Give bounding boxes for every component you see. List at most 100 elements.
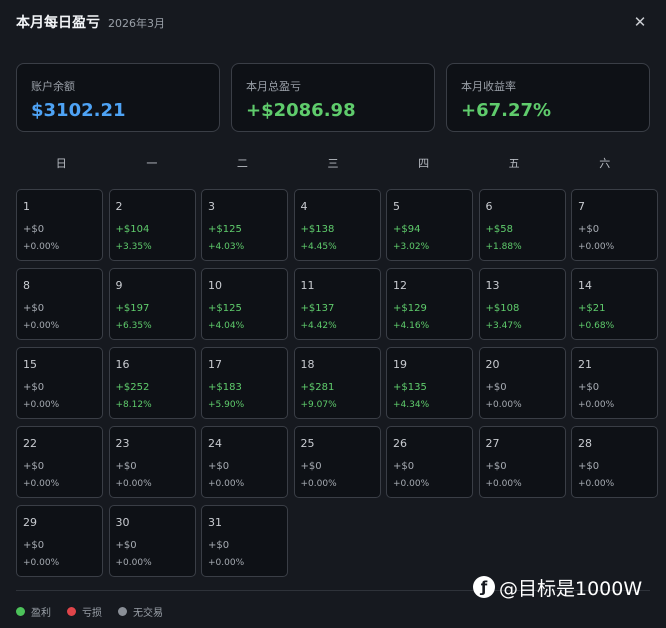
day-cell[interactable]: 25 +$0 +0.00% (293, 426, 381, 498)
day-number: 13 (485, 279, 500, 292)
day-pnl: +$0 (208, 540, 230, 551)
day-pnl: +$0 (115, 540, 137, 551)
day-cell[interactable]: 27 +$0 +0.00% (478, 426, 566, 498)
day-number: 18 (300, 358, 315, 371)
day-return: +6.35% (115, 321, 152, 331)
legend-no-trade: 无交易 (118, 604, 163, 619)
day-cell[interactable]: 7 +$0 +0.00% (571, 189, 658, 261)
weibo-logo-icon: ƒ (473, 576, 495, 598)
day-cell[interactable]: 30 +$0 +0.00% (108, 505, 196, 577)
day-pnl: +$0 (23, 382, 45, 393)
day-number: 12 (393, 279, 407, 292)
day-return: +0.00% (578, 242, 615, 252)
legend-no-trade-label: 无交易 (133, 607, 163, 619)
close-icon[interactable]: ✕ (630, 12, 650, 32)
day-cell[interactable]: 17 +$183 +5.90% (201, 347, 288, 419)
daily-pnl-modal: 本月每日盈亏 2026年3月 ✕ 账户余额 $3102.21 本月总盈亏 +$2… (0, 0, 666, 628)
day-pnl: +$135 (393, 382, 427, 393)
day-cell[interactable]: 1 +$0 +0.00% (16, 189, 103, 261)
day-return: +0.00% (208, 479, 245, 489)
day-cell[interactable]: 26 +$0 +0.00% (386, 426, 473, 498)
day-cell[interactable]: 16 +$252 +8.12% (108, 347, 196, 419)
day-pnl: +$0 (23, 461, 45, 472)
day-number: 9 (115, 279, 123, 292)
day-cell[interactable]: 28 +$0 +0.00% (571, 426, 658, 498)
day-return: +4.34% (393, 400, 430, 410)
day-number: 3 (208, 200, 215, 213)
day-pnl: +$94 (393, 224, 421, 235)
day-return: +0.00% (115, 558, 152, 568)
day-cell[interactable]: 21 +$0 +0.00% (571, 347, 658, 419)
day-return: +0.68% (578, 321, 615, 331)
day-number: 23 (115, 437, 130, 450)
day-pnl: +$0 (393, 461, 415, 472)
day-number: 17 (208, 358, 222, 371)
balance-label: 账户余额 (31, 80, 75, 93)
day-number: 7 (578, 200, 585, 213)
day-return: +0.00% (393, 479, 430, 489)
balance-value: $3102.21 (31, 100, 126, 121)
day-return: +4.16% (393, 321, 430, 331)
day-cell[interactable]: 2 +$104 +3.35% (108, 189, 196, 261)
day-pnl: +$183 (208, 382, 242, 393)
day-cell[interactable]: 5 +$94 +3.02% (386, 189, 473, 261)
day-pnl: +$0 (115, 461, 137, 472)
day-pnl: +$0 (300, 461, 322, 472)
weekday-header: 日一二三四五六 (16, 155, 650, 173)
day-cell[interactable]: 29 +$0 +0.00% (16, 505, 103, 577)
day-pnl: +$252 (115, 382, 150, 393)
day-pnl: +$0 (578, 382, 600, 393)
day-number: 8 (23, 279, 30, 292)
day-cell[interactable]: 8 +$0 +0.00% (16, 268, 103, 340)
day-return: +0.00% (23, 558, 60, 568)
day-cell[interactable]: 24 +$0 +0.00% (201, 426, 288, 498)
day-return: +0.00% (485, 400, 522, 410)
day-cell[interactable]: 9 +$197 +6.35% (108, 268, 196, 340)
day-return: +0.00% (23, 321, 60, 331)
day-pnl: +$138 (300, 224, 335, 235)
legend-profit-label: 盈利 (31, 607, 51, 619)
weekday-label: 日 (55, 157, 67, 170)
legend-loss-label: 亏损 (82, 607, 102, 619)
day-number: 14 (578, 279, 592, 292)
day-pnl: +$0 (578, 461, 600, 472)
day-cell[interactable]: 10 +$125 +4.04% (201, 268, 288, 340)
day-cell[interactable]: 23 +$0 +0.00% (108, 426, 196, 498)
day-cell[interactable]: 18 +$281 +9.07% (293, 347, 381, 419)
day-number: 25 (300, 437, 315, 450)
day-cell[interactable]: 31 +$0 +0.00% (201, 505, 288, 577)
weekday-label: 六 (599, 157, 611, 170)
day-number: 4 (300, 200, 308, 213)
day-cell[interactable]: 22 +$0 +0.00% (16, 426, 103, 498)
day-pnl: +$125 (208, 224, 242, 235)
day-number: 15 (23, 358, 37, 371)
day-number: 20 (485, 358, 500, 371)
day-cell[interactable]: 12 +$129 +4.16% (386, 268, 473, 340)
legend-profit: 盈利 (16, 604, 51, 619)
day-cell[interactable]: 6 +$58 +1.88% (478, 189, 566, 261)
day-pnl: +$0 (208, 461, 230, 472)
modal-title: 本月每日盈亏 (16, 15, 100, 31)
day-cell[interactable]: 3 +$125 +4.03% (201, 189, 288, 261)
day-return: +0.00% (485, 479, 522, 489)
day-cell[interactable]: 14 +$21 +0.68% (571, 268, 658, 340)
day-cell[interactable]: 11 +$137 +4.42% (293, 268, 381, 340)
day-cell[interactable]: 4 +$138 +4.45% (293, 189, 381, 261)
day-number: 2 (115, 200, 123, 213)
monthly-pnl-label: 本月总盈亏 (246, 80, 301, 93)
day-return: +0.00% (23, 242, 60, 252)
day-number: 10 (208, 279, 222, 292)
day-number: 28 (578, 437, 592, 450)
day-cell[interactable]: 20 +$0 +0.00% (478, 347, 566, 419)
monthly-return-value: +67.27% (461, 100, 552, 121)
day-number: 30 (115, 516, 130, 529)
day-return: +0.00% (23, 479, 60, 489)
day-cell[interactable]: 13 +$108 +3.47% (478, 268, 566, 340)
watermark: ƒ @目标是1000W (473, 574, 642, 600)
modal-header: 本月每日盈亏 2026年3月 ✕ (16, 10, 650, 34)
day-number: 16 (115, 358, 130, 371)
day-return: +0.00% (300, 479, 337, 489)
day-number: 29 (23, 516, 37, 529)
day-cell[interactable]: 15 +$0 +0.00% (16, 347, 103, 419)
day-cell[interactable]: 19 +$135 +4.34% (386, 347, 473, 419)
